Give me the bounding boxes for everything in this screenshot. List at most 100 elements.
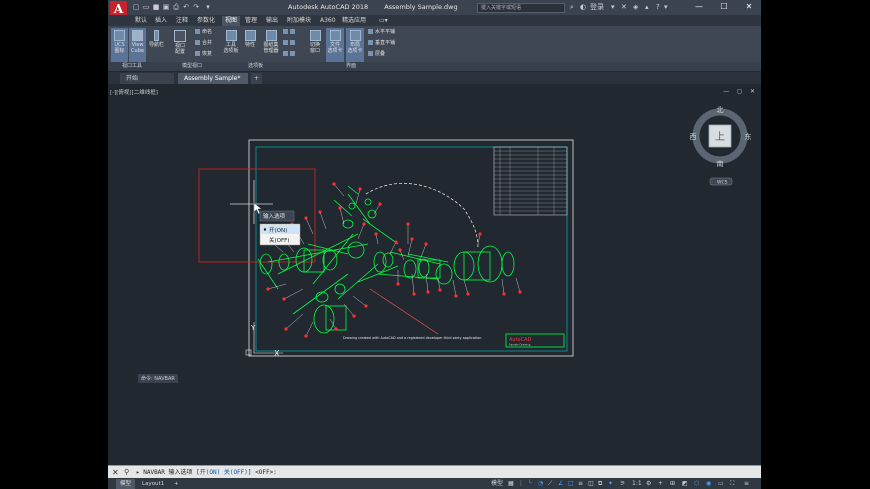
sheetset-manager-button[interactable]: 图纸集 管理器 [259,28,283,62]
search-input[interactable]: 键入关键字或短语 [477,3,565,13]
command-option-on[interactable]: 开(ON) [200,469,220,476]
exchange-icon[interactable]: ✕ [621,3,627,12]
workspace-icon[interactable]: ⚙ [646,480,651,488]
panel-viewport-tools[interactable]: 视口工具 [122,63,142,70]
navbar-button[interactable]: 导航栏 [147,28,166,62]
restore-viewport-button[interactable]: 恢复 [195,51,212,58]
maximize-button[interactable]: ☐ [713,1,735,13]
tool-palettes-button[interactable]: 工具 选项板 [222,28,240,62]
panel-interface[interactable]: 界面 [346,63,356,70]
isodraft-icon[interactable]: ⟋ [548,480,552,488]
isolate-objects-icon[interactable]: ◉ [706,480,711,488]
qat-dropdown-icon[interactable]: ▾ [204,3,212,11]
sign-in-label[interactable]: 登录 [590,3,604,12]
properties-button[interactable]: 特性 [242,28,258,62]
tab-start[interactable]: 开始 [120,73,174,84]
search-icon[interactable]: ⌕ [570,3,574,12]
redo-icon[interactable]: ↷ [192,3,200,11]
viewport-controls[interactable]: [-][俯视][二维线框] [110,88,158,96]
new-icon[interactable]: ▢ [132,3,140,11]
drawing-canvas[interactable]: Y X Drawing created with AutoCAD and a r… [108,84,761,464]
viewcube-east[interactable]: 东 [745,132,752,141]
viewcube-face-top[interactable]: 上 [715,131,725,143]
open-icon[interactable]: ▭ [142,3,150,11]
3d-osnap-icon[interactable]: ✦ [608,480,613,488]
grid-icon[interactable]: ▦ [508,480,514,488]
tab-parametric[interactable]: 参数化 [194,16,218,26]
hardware-acceleration-icon[interactable]: ▭ [718,480,724,488]
polar-icon[interactable]: ◔ [538,480,543,488]
command-close-icon[interactable]: ✕ [112,468,119,477]
snap-icon[interactable]: ⋮ [518,480,524,488]
palette-small-2-icon[interactable] [283,40,297,47]
ortho-icon[interactable]: └ [528,480,532,488]
context-menu-item-on[interactable]: 开(ON) [269,227,287,234]
join-viewport-button[interactable]: 合并 [195,40,212,47]
tile-horizontal-button[interactable]: 水平平铺 [368,29,395,36]
panel-model-viewports[interactable]: 模型视口 [182,63,202,70]
tile-vertical-button[interactable]: 垂直平铺 [368,40,395,47]
tab-default[interactable]: 默认 [132,16,150,26]
tab-overflow-icon[interactable]: ▭▾ [376,16,391,26]
selection-cycling-icon[interactable]: ⧉ [598,480,602,488]
undo-icon[interactable]: ↶ [182,3,190,11]
viewcube-south[interactable]: 南 [717,159,724,168]
add-layout-button[interactable]: + [170,479,183,489]
palette-small-3-icon[interactable] [283,51,297,58]
viewcube-west[interactable]: 西 [690,133,697,141]
tab-featured-apps[interactable]: 精选应用 [339,16,369,26]
lock-ui-icon[interactable]: ⬡ [694,480,699,488]
switch-window-button[interactable]: 切换 窗口 [306,28,324,62]
viewcube-wcs-menu[interactable]: WCS [717,180,728,186]
panel-palettes[interactable]: 选项板 [248,63,263,70]
viewport-config-button[interactable]: 视口 配置 [171,28,189,62]
tab-layout1[interactable]: Layout1 [138,479,168,489]
drawing-viewport[interactable]: Y X Drawing created with AutoCAD and a r… [108,84,761,464]
annotation-scale-label[interactable]: 1:1 [632,480,642,488]
units-icon[interactable]: ⊞ [670,480,675,488]
help-dropdown-icon[interactable]: ▾ [664,3,668,12]
customization-icon[interactable]: ≡ [744,480,749,488]
minimize-button[interactable]: — [688,1,710,13]
new-tab-button[interactable]: + [251,73,263,84]
tab-assembly-sample[interactable]: Assembly Sample* [178,73,248,84]
command-option-off[interactable]: 关(OFF) [224,469,248,476]
saveas-icon[interactable]: ▣ [162,3,170,11]
clean-screen-icon[interactable]: ⛶ [730,480,734,488]
quick-properties-icon[interactable]: ◩ [682,480,688,488]
tab-view[interactable]: 视图 [222,16,241,26]
viewport-window-buttons[interactable]: — ◻ ✕ [723,88,758,95]
transparency-icon[interactable]: ◫ [588,480,594,488]
a360-icon[interactable]: ◈ [633,3,638,12]
help-icon[interactable]: ? [656,3,660,12]
save-icon[interactable]: ■ [152,3,160,11]
tab-annotate[interactable]: 注释 [173,16,191,26]
command-prompt[interactable]: ▸ NAVBAR 输入选项 [开(ON) 关(OFF)] <OFF>: [136,468,277,477]
osnap-icon[interactable]: □ [568,480,574,488]
lineweight-icon[interactable]: ≡ [578,480,583,488]
palette-small-1-icon[interactable] [283,29,297,36]
cascade-button[interactable]: 层叠 [368,51,385,58]
dropdown-icon[interactable]: ▾ [611,3,615,12]
command-customize-icon[interactable]: ⚲ [124,468,129,477]
command-line[interactable]: ✕ ⚲ ▸ NAVBAR 输入选项 [开(ON) 关(OFF)] <OFF>: [108,465,761,478]
ucs-icon-button[interactable]: UCS 图标 [111,28,128,62]
named-viewport-button[interactable]: 命名 [195,29,212,36]
tab-manage[interactable]: 管理 [242,16,260,26]
annotation-visibility-icon[interactable]: ⚞ [620,480,625,488]
tab-insert[interactable]: 插入 [152,16,170,26]
plot-icon[interactable]: ⎙ [172,3,180,11]
file-tabs-button[interactable]: 文件 选项卡 [326,28,344,62]
tab-addins[interactable]: 附加模块 [284,16,314,26]
tab-output[interactable]: 输出 [263,16,281,26]
viewcube-button[interactable]: View Cube [129,28,146,62]
user-icon[interactable]: ◐ [580,3,586,12]
osnap-tracking-icon[interactable]: ∠ [558,480,563,488]
viewcube-north[interactable]: 北 [717,106,724,114]
viewcube[interactable]: 上 北 南 东 西 WCS [690,106,752,186]
annotation-monitor-icon[interactable]: + [658,480,663,488]
tab-model[interactable]: 模型 [116,479,136,489]
tab-a360[interactable]: A360 [317,16,339,26]
model-space-label[interactable]: 模型 [491,480,503,488]
layout-tabs-button[interactable]: 布局 选项卡 [346,28,364,62]
